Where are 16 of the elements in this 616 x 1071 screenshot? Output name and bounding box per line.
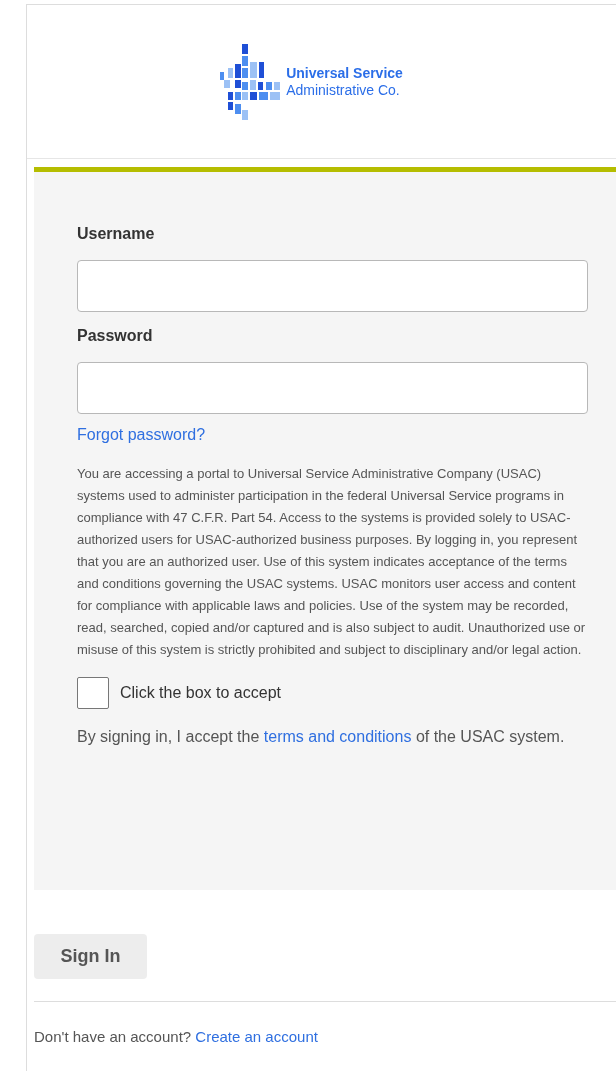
logo-text: Administrative Co. (286, 81, 401, 99)
terms-text: By signing in, I accept the terms and conditions of the USAC system. (77, 727, 566, 747)
logo-mark-icon (220, 43, 283, 120)
footer-text: Don't have an account? (34, 1028, 192, 1045)
terms-link[interactable]: terms and conditions (263, 728, 412, 745)
accept-checkbox[interactable] (77, 677, 109, 709)
username-field[interactable] (77, 260, 588, 312)
create-account-link[interactable]: Create an account (195, 1028, 318, 1045)
field-label: Password (77, 326, 154, 346)
field-label: Username (77, 224, 156, 244)
password-field[interactable] (77, 362, 588, 414)
logo-text: Universal Service (286, 64, 403, 82)
forgot-password-link[interactable]: Forgot password? (77, 423, 206, 447)
checkbox-label: Click the box to accept (120, 683, 281, 703)
disclaimer-text: You are accessing a portal to Universal Service Administrative Company (USAC) systems used to administer participation in the federal Universal Service programs in compliance with 47 C.F.R. Part 54. Access to the systems is provided solely to USAC-authorized users for USAC-authorized business purposes. By logging in, you represent that you are an authorized user. Use of this system indicates acceptance of the terms and conditions governing the USAC systems. USAC monitors user access and content for compliance with applicable laws and policies. Use of the system may be recorded, read, searched, copied and/or captured and is also subject to audit. Unauthorized use or misuse of this system is strictly prohibited and subject to disciplinary and/or legal action. (77, 465, 587, 659)
sign-in-button[interactable]: Sign In (34, 934, 147, 979)
